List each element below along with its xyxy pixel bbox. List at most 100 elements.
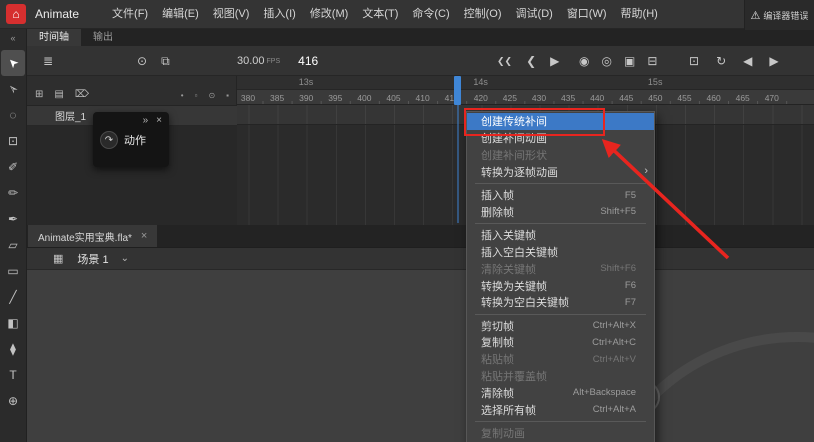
context-menu-item[interactable]: 转换为逐帧动画 bbox=[467, 163, 654, 180]
go-to-first-frame-icon[interactable]: ❮❮ bbox=[497, 56, 512, 67]
context-menu-item[interactable]: 复制动画 bbox=[467, 425, 654, 442]
free-transform-tool[interactable]: ⊡ bbox=[1, 128, 25, 154]
menu-item[interactable]: 调试(D) bbox=[509, 0, 560, 29]
context-menu-item[interactable]: 插入空白关键帧 bbox=[467, 244, 654, 261]
paint-bucket-tool[interactable]: ◧ bbox=[1, 310, 25, 336]
next-keyframe-icon[interactable]: ▶ bbox=[769, 54, 778, 68]
frame-number[interactable]: 400 bbox=[357, 93, 371, 103]
fluid-brush-tool[interactable]: ✐ bbox=[1, 154, 25, 180]
menu-item[interactable]: 修改(M) bbox=[303, 0, 356, 29]
visibility-column-icon[interactable]: ⊙ bbox=[208, 91, 215, 100]
edit-multiple-frames-icon[interactable]: ▣ bbox=[624, 54, 635, 68]
context-menu-item[interactable]: 粘贴帧 Ctrl+Alt+V bbox=[467, 351, 654, 368]
popup-close-icon[interactable]: × bbox=[156, 116, 162, 126]
frame-number[interactable]: 450 bbox=[648, 93, 662, 103]
panel-tab[interactable]: 输出 bbox=[81, 29, 125, 46]
lasso-tool[interactable]: ◌ bbox=[1, 102, 25, 128]
frame-number[interactable]: 460 bbox=[707, 93, 721, 103]
menu-item[interactable]: 插入(I) bbox=[256, 0, 302, 29]
context-menu-item[interactable]: 清除关键帧 Shift+F6 bbox=[467, 260, 654, 277]
context-menu-item[interactable]: 创建传统补间 bbox=[467, 113, 654, 130]
context-menu-item[interactable]: 选择所有帧 Ctrl+Alt+A bbox=[467, 401, 654, 418]
frame-number[interactable]: 445 bbox=[619, 93, 633, 103]
line-tool[interactable]: ╱ bbox=[1, 284, 25, 310]
play-icon[interactable]: ▶ bbox=[550, 54, 559, 68]
fps-value[interactable]: 30.00 bbox=[237, 55, 265, 67]
context-menu-item[interactable]: 转换为空白关键帧 F7 bbox=[467, 294, 654, 311]
lock-column-icon[interactable]: ▪ bbox=[226, 91, 229, 100]
context-menu-item[interactable]: 清除帧 Alt+Backspace bbox=[467, 384, 654, 401]
loop-icon[interactable]: ↻ bbox=[716, 54, 726, 68]
close-icon[interactable]: × bbox=[141, 230, 147, 242]
menu-item[interactable]: 文本(T) bbox=[355, 0, 405, 29]
frame-ruler[interactable]: 380 385 390 395 400 405 410 415 420 425 430 435 440 4… bbox=[237, 89, 814, 105]
home-icon[interactable]: ⌂ bbox=[6, 4, 26, 24]
frame-number[interactable]: 390 bbox=[299, 93, 313, 103]
previous-keyframe-icon[interactable]: ◀ bbox=[743, 54, 752, 68]
context-menu-item[interactable]: 粘贴并覆盖帧 bbox=[467, 368, 654, 385]
frame-number[interactable]: 380 bbox=[241, 93, 255, 103]
menu-item[interactable]: 视图(V) bbox=[206, 0, 257, 29]
eraser-tool[interactable]: ▱ bbox=[1, 232, 25, 258]
tool-glyph: ✒ bbox=[7, 212, 19, 226]
layer-depth-icon[interactable]: ⧉ bbox=[161, 54, 170, 69]
panel-tab[interactable]: 时间轴 bbox=[27, 29, 81, 46]
context-menu-item[interactable]: 复制帧 Ctrl+Alt+C bbox=[467, 334, 654, 351]
subselection-tool[interactable]: ➢ bbox=[1, 76, 25, 102]
frame-number[interactable]: 470 bbox=[765, 93, 779, 103]
collapse-panel-icon[interactable]: « bbox=[10, 32, 15, 45]
outline-column-icon[interactable]: ▫ bbox=[195, 91, 198, 100]
frame-number[interactable]: 405 bbox=[386, 93, 400, 103]
menu-item[interactable]: 控制(O) bbox=[457, 0, 509, 29]
new-folder-icon[interactable]: ▤ bbox=[54, 89, 63, 100]
chevron-down-icon[interactable]: ⌄ bbox=[121, 253, 129, 264]
onion-skin-outlines-icon[interactable]: ◎ bbox=[601, 54, 611, 68]
compiler-errors-panel[interactable]: ⚠ 编译器错误 bbox=[744, 0, 814, 30]
actions-icon[interactable]: ↷ bbox=[100, 131, 118, 149]
step-back-icon[interactable]: ❮ bbox=[526, 54, 536, 68]
frame-number[interactable]: 420 bbox=[474, 93, 488, 103]
context-menu-item[interactable]: 转换为关键帧 F6 bbox=[467, 277, 654, 294]
context-menu-item[interactable]: 插入关键帧 bbox=[467, 227, 654, 244]
center-frame-icon[interactable]: ⊡ bbox=[689, 54, 699, 68]
current-frame-value[interactable]: 416 bbox=[298, 54, 318, 68]
frame-number[interactable]: 440 bbox=[590, 93, 604, 103]
text-tool[interactable]: T bbox=[1, 362, 25, 388]
delete-layer-icon[interactable]: ⌦ bbox=[75, 89, 89, 100]
camera-icon[interactable]: ⊙ bbox=[137, 54, 147, 68]
frame-number[interactable]: 455 bbox=[677, 93, 691, 103]
frame-number[interactable]: 465 bbox=[736, 93, 750, 103]
frame-number[interactable]: 430 bbox=[532, 93, 546, 103]
zoom-tool[interactable]: ⊕ bbox=[1, 388, 25, 414]
frame-number[interactable]: 425 bbox=[503, 93, 517, 103]
context-menu-item[interactable]: 创建补间动画 bbox=[467, 130, 654, 147]
context-menu-item[interactable]: 剪切帧 Ctrl+Alt+X bbox=[467, 317, 654, 334]
context-menu-item[interactable]: 创建补间形状 bbox=[467, 147, 654, 164]
rectangle-tool[interactable]: ▭ bbox=[1, 258, 25, 284]
menu-item[interactable]: 命令(C) bbox=[405, 0, 456, 29]
classic-brush-tool[interactable]: ✏ bbox=[1, 180, 25, 206]
modify-markers-icon[interactable]: ⊟ bbox=[647, 54, 657, 68]
selection-tool[interactable]: ➤ bbox=[1, 50, 25, 76]
stage[interactable]: B bbox=[27, 270, 814, 442]
frame-number[interactable]: 435 bbox=[561, 93, 575, 103]
onion-skin-icon[interactable]: ◉ bbox=[579, 54, 589, 68]
highlight-column-icon[interactable]: • bbox=[181, 91, 184, 100]
frame-number[interactable]: 395 bbox=[328, 93, 342, 103]
frame-number[interactable]: 410 bbox=[416, 93, 430, 103]
popup-menu-icon[interactable]: » bbox=[143, 116, 149, 126]
menu-item[interactable]: 窗口(W) bbox=[560, 0, 614, 29]
menu-item[interactable]: 编辑(E) bbox=[155, 0, 206, 29]
fps-unit-label: FPS bbox=[266, 57, 281, 65]
context-menu-item[interactable]: 插入帧 F5 bbox=[467, 187, 654, 204]
playhead[interactable] bbox=[454, 76, 461, 105]
menu-item[interactable]: 帮助(H) bbox=[614, 0, 665, 29]
layers-icon[interactable]: ≣ bbox=[43, 54, 53, 68]
context-menu-item[interactable]: 删除帧 Shift+F5 bbox=[467, 203, 654, 220]
new-layer-icon[interactable]: ⊞ bbox=[35, 89, 43, 100]
menu-item[interactable]: 文件(F) bbox=[105, 0, 155, 29]
frame-number[interactable]: 385 bbox=[270, 93, 284, 103]
pen-tool[interactable]: ✒ bbox=[1, 206, 25, 232]
document-tab[interactable]: Animate实用宝典.fla* × bbox=[28, 225, 158, 247]
ink-bottle-tool[interactable]: ⧫ bbox=[1, 336, 25, 362]
